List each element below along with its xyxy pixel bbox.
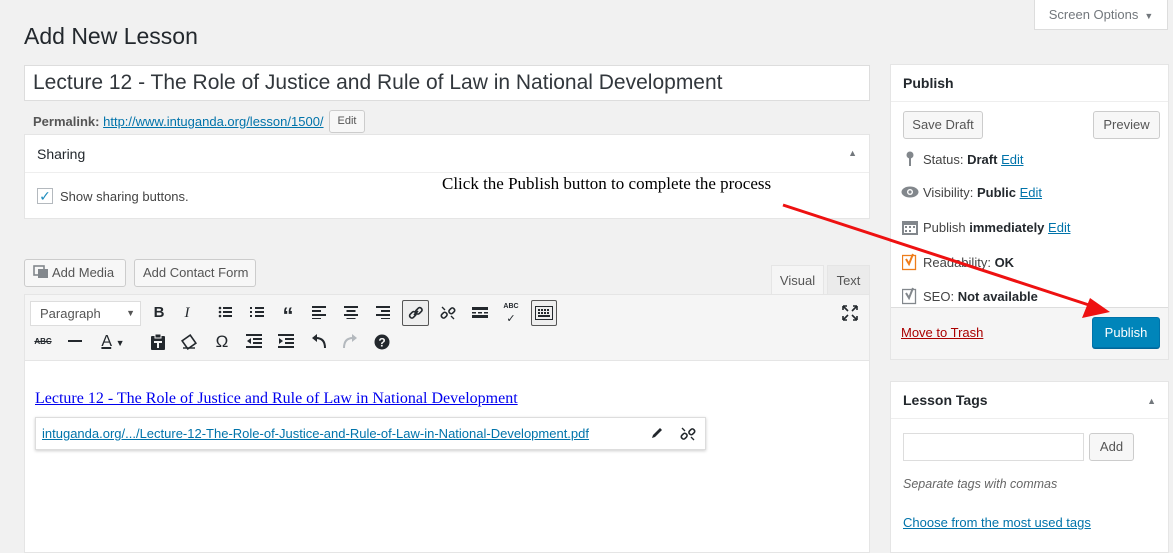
save-draft-button[interactable]: Save Draft: [903, 111, 983, 139]
tag-help-text: Separate tags with commas: [903, 477, 1058, 491]
status-label: Status:: [923, 151, 964, 167]
lesson-tags-title: Lesson Tags: [891, 382, 1168, 419]
status-row: Status: Draft Edit: [901, 151, 1023, 170]
svg-text:?: ?: [378, 336, 385, 350]
schedule-row: Publish immediately Edit: [901, 219, 1070, 238]
edit-link-icon[interactable]: [645, 422, 669, 446]
spellcheck-icon[interactable]: ABC ✓: [499, 301, 523, 325]
horizontal-line-icon[interactable]: [63, 330, 87, 354]
link-inline-toolbar: intuganda.org/.../Lecture-12-The-Role-of…: [35, 417, 706, 450]
sharing-box-title: Sharing: [25, 135, 869, 173]
undo-icon[interactable]: [307, 330, 331, 354]
paste-text-icon[interactable]: [146, 330, 170, 354]
show-sharing-label: Show sharing buttons.: [60, 189, 189, 204]
visibility-row: Visibility: Public Edit: [901, 185, 1042, 201]
pin-icon: [901, 151, 919, 170]
permalink-label: Permalink:: [33, 114, 100, 129]
special-character-icon[interactable]: Ω: [210, 330, 234, 354]
permalink-edit-button[interactable]: Edit: [329, 110, 365, 133]
lesson-tags-box: Lesson Tags ▲ Add Separate tags with com…: [890, 381, 1169, 553]
help-icon[interactable]: ?: [370, 330, 394, 354]
tab-visual[interactable]: Visual: [771, 265, 824, 295]
link-popup-url[interactable]: intuganda.org/.../Lecture-12-The-Role-of…: [42, 426, 589, 441]
status-value: Draft: [967, 151, 998, 167]
text-color-icon[interactable]: A ▼: [95, 330, 131, 354]
caret-down-icon: ▼: [126, 308, 135, 318]
tab-text[interactable]: Text: [827, 265, 870, 295]
collapse-arrow-icon[interactable]: ▲: [1147, 396, 1156, 406]
seo-value: Not available: [957, 288, 1038, 304]
screen-options-label: Screen Options: [1048, 7, 1139, 22]
caret-down-icon: ▼: [1144, 11, 1154, 21]
bold-icon[interactable]: B: [147, 301, 171, 325]
calendar-icon: [901, 219, 919, 238]
editor-toolbar: Paragraph ▼ B I “ ABC ✓ ABC A ▼ Ω ?: [25, 295, 869, 361]
yoast-seo-icon: [901, 287, 919, 308]
add-media-button[interactable]: Add Media: [24, 259, 126, 287]
permalink-url[interactable]: http://www.intuganda.org/lesson/1500/: [103, 114, 323, 129]
visibility-label: Visibility:: [923, 185, 974, 200]
readability-value: OK: [994, 254, 1015, 270]
align-center-icon[interactable]: [339, 301, 363, 325]
numbered-list-icon[interactable]: [245, 301, 269, 325]
publish-box: Publish Save Draft Preview Status: Draft…: [890, 64, 1169, 360]
clear-formatting-icon[interactable]: [177, 330, 201, 354]
blockquote-icon[interactable]: “: [276, 301, 300, 328]
content-editor: Paragraph ▼ B I “ ABC ✓ ABC A ▼ Ω ? Lect…: [24, 294, 870, 553]
indent-icon[interactable]: [274, 330, 298, 354]
publish-box-title: Publish: [891, 65, 1168, 102]
format-select[interactable]: Paragraph ▼: [30, 301, 141, 326]
unlink-icon[interactable]: [436, 301, 460, 325]
visibility-value: Public: [976, 185, 1016, 200]
seo-row: SEO: Not available: [901, 287, 1038, 308]
permalink: Permalink: http://www.intuganda.org/less…: [33, 114, 324, 130]
readability-label: Readability:: [923, 254, 991, 270]
yoast-readability-icon: [901, 253, 919, 274]
outdent-icon[interactable]: [242, 330, 266, 354]
preview-button[interactable]: Preview: [1093, 111, 1160, 139]
status-edit-link[interactable]: Edit: [1001, 152, 1023, 167]
strikethrough-icon[interactable]: ABC: [31, 330, 55, 354]
post-title-input[interactable]: Lecture 12 - The Role of Justice and Rul…: [24, 65, 870, 101]
publish-button[interactable]: Publish: [1092, 317, 1160, 348]
add-media-label: Add Media: [52, 265, 115, 280]
format-select-value: Paragraph: [40, 306, 101, 321]
media-icon: [33, 265, 48, 278]
schedule-edit-link[interactable]: Edit: [1048, 220, 1070, 235]
eye-icon: [901, 186, 919, 201]
read-more-icon[interactable]: [468, 301, 492, 325]
collapse-arrow-icon[interactable]: ▲: [848, 148, 857, 158]
screen-options-button[interactable]: Screen Options ▼: [1034, 0, 1168, 30]
fullscreen-icon[interactable]: [838, 301, 862, 325]
show-sharing-checkbox[interactable]: ✓: [37, 188, 53, 204]
visibility-edit-link[interactable]: Edit: [1020, 185, 1042, 200]
choose-most-used-tags-link[interactable]: Choose from the most used tags: [903, 515, 1091, 530]
insert-link-icon[interactable]: [402, 300, 429, 326]
bullet-list-icon[interactable]: [213, 301, 237, 325]
add-contact-form-button[interactable]: Add Contact Form: [134, 259, 256, 287]
align-right-icon[interactable]: [371, 301, 395, 325]
toolbar-toggle-icon[interactable]: [531, 300, 557, 326]
page-title: Add New Lesson: [24, 23, 198, 49]
schedule-value: immediately: [969, 219, 1045, 235]
schedule-label: Publish: [923, 219, 966, 235]
move-to-trash-link[interactable]: Move to Trash: [901, 325, 983, 340]
italic-icon[interactable]: I: [175, 301, 199, 325]
instruction-annotation: Click the Publish button to complete the…: [442, 174, 772, 193]
align-left-icon[interactable]: [307, 301, 331, 325]
content-link[interactable]: Lecture 12 - The Role of Justice and Rul…: [35, 390, 518, 408]
add-tag-button[interactable]: Add: [1089, 433, 1134, 461]
publish-actions: Move to Trash Publish: [891, 307, 1168, 359]
seo-label: SEO:: [923, 288, 955, 304]
remove-link-icon[interactable]: [676, 422, 700, 446]
redo-icon[interactable]: [338, 330, 362, 354]
readability-row: Readability: OK: [901, 253, 1014, 274]
new-tag-input[interactable]: [903, 433, 1084, 461]
